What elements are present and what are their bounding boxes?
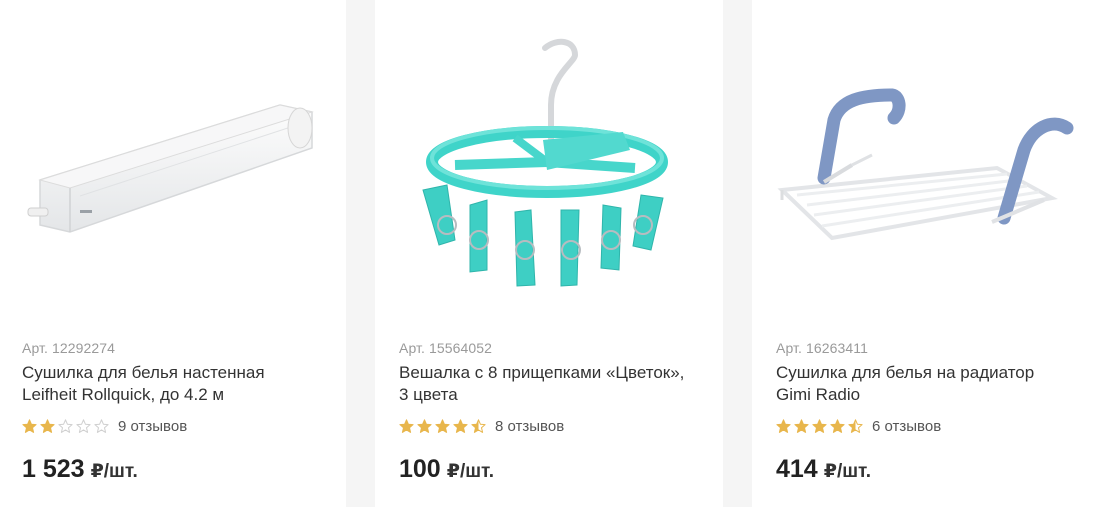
product-title[interactable]: Сушилка для белья на радиатор Gimi Radio (776, 362, 1034, 406)
product-image-clothespin-hanger[interactable] (375, 0, 723, 330)
star-full-icon (399, 418, 414, 433)
star-empty-icon (58, 418, 73, 433)
article-number: Арт. 15564052 (399, 340, 493, 356)
price-unit: ₽/шт. (90, 461, 138, 482)
star-full-icon (22, 418, 37, 433)
star-half-icon (471, 418, 486, 433)
price-value: 414 (776, 455, 818, 483)
star-full-icon (812, 418, 827, 433)
rating: 8 отзывов (399, 416, 564, 436)
price-unit: ₽/шт. (823, 461, 871, 482)
product-title-line-2[interactable]: Gimi Radio (776, 385, 860, 404)
star-full-icon (417, 418, 432, 433)
product-title-line-2[interactable]: 3 цвета (399, 385, 458, 404)
price-value: 100 (399, 455, 441, 483)
product-title[interactable]: Сушилка для белья настенная Leifheit Rol… (22, 362, 265, 406)
star-empty-icon (94, 418, 109, 433)
star-half-icon (848, 418, 863, 433)
reviews-count-link[interactable]: 8 отзывов (495, 418, 564, 435)
product-image-radiator-dryer[interactable] (752, 0, 1097, 330)
reviews-count-link[interactable]: 9 отзывов (118, 418, 187, 435)
star-empty-icon (76, 418, 91, 433)
star-full-icon (435, 418, 450, 433)
rating-stars (22, 418, 112, 434)
rating-stars (776, 418, 866, 434)
price: 414 ₽/шт. (776, 455, 871, 484)
product-card[interactable]: Арт. 16263411 Сушилка для белья на радиа… (752, 0, 1097, 507)
star-full-icon (40, 418, 55, 433)
product-title-line-1[interactable]: Сушилка для белья настенная (22, 363, 265, 382)
product-title-line-1[interactable]: Сушилка для белья на радиатор (776, 363, 1034, 382)
product-title[interactable]: Вешалка с 8 прищепками «Цветок», 3 цвета (399, 362, 684, 406)
rating: 9 отзывов (22, 416, 187, 436)
price-unit: ₽/шт. (446, 461, 494, 482)
star-full-icon (453, 418, 468, 433)
rating: 6 отзывов (776, 416, 941, 436)
star-full-icon (830, 418, 845, 433)
product-card[interactable]: Арт. 15564052 Вешалка с 8 прищепками «Цв… (375, 0, 723, 507)
star-full-icon (794, 418, 809, 433)
star-full-icon (776, 418, 791, 433)
product-title-line-1[interactable]: Вешалка с 8 прищепками «Цветок», (399, 363, 684, 382)
price: 100 ₽/шт. (399, 455, 494, 484)
product-card[interactable]: Арт. 12292274 Сушилка для белья настенна… (0, 0, 346, 507)
rating-stars (399, 418, 489, 434)
product-image-wall-dryer[interactable] (0, 0, 346, 330)
reviews-count-link[interactable]: 6 отзывов (872, 418, 941, 435)
price-value: 1 523 (22, 455, 85, 483)
article-number: Арт. 16263411 (776, 340, 869, 356)
price: 1 523 ₽/шт. (22, 455, 138, 484)
product-title-line-2[interactable]: Leifheit Rollquick, до 4.2 м (22, 385, 224, 404)
article-number: Арт. 12292274 (22, 340, 116, 356)
